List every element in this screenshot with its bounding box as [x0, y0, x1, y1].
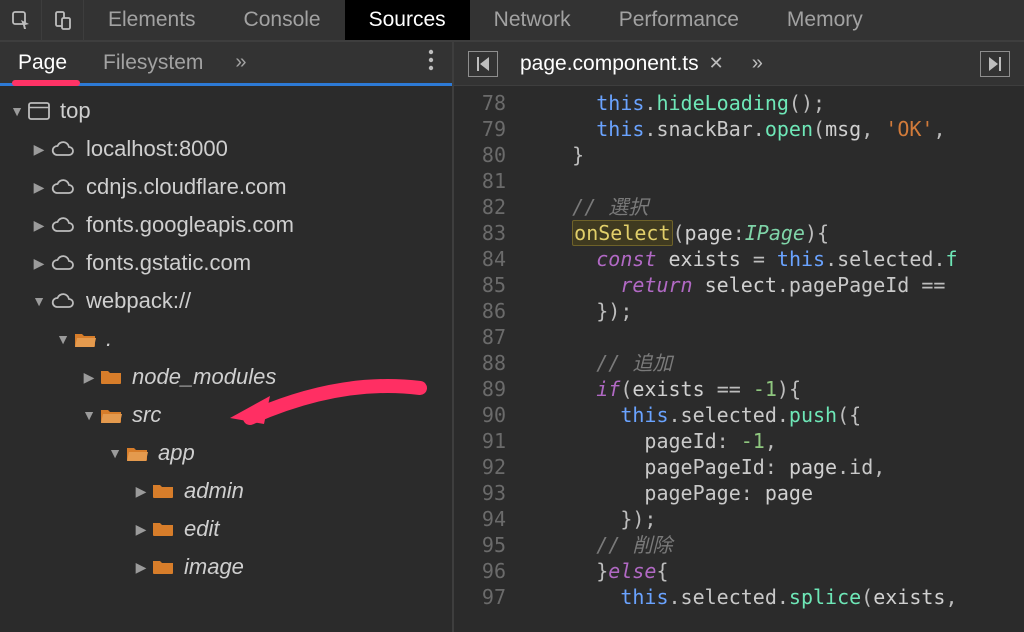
tree-label: image	[184, 554, 244, 580]
tree-label: .	[106, 326, 112, 352]
devtools-main-tabs: Elements Console Sources Network Perform…	[0, 0, 1024, 42]
tree-label: fonts.googleapis.com	[86, 212, 294, 238]
tree-label: app	[158, 440, 195, 466]
sub-tab-overflow[interactable]: »	[221, 51, 260, 74]
file-tab-label: page.component.ts	[520, 52, 699, 76]
chevron-right-icon: ▶	[30, 217, 48, 234]
tab-memory[interactable]: Memory	[763, 0, 887, 40]
navigator-menu-icon[interactable]	[410, 49, 452, 77]
tree-label: admin	[184, 478, 244, 504]
close-icon[interactable]: ✕	[709, 53, 724, 74]
editor-tab-overflow[interactable]: »	[738, 52, 777, 75]
code-lines: this.hideLoading(); this.snackBar.open(m…	[516, 86, 1024, 632]
tree-node-folder[interactable]: ▶ admin	[0, 472, 452, 510]
tab-elements[interactable]: Elements	[84, 0, 220, 40]
tree-node-origin[interactable]: ▶ fonts.gstatic.com	[0, 244, 452, 282]
cloud-icon	[50, 254, 76, 272]
nav-next-icon[interactable]	[980, 51, 1010, 77]
folder-open-icon	[74, 330, 96, 348]
inspect-element-icon[interactable]	[0, 0, 42, 41]
chevron-down-icon: ▼	[54, 331, 72, 347]
tab-sources[interactable]: Sources	[345, 0, 470, 40]
tree-label: webpack://	[86, 288, 191, 314]
chevron-down-icon: ▼	[30, 293, 48, 309]
chevron-right-icon: ▶	[80, 369, 98, 386]
chevron-right-icon: ▶	[30, 179, 48, 196]
sub-tab-filesystem[interactable]: Filesystem	[85, 42, 221, 83]
folder-icon	[152, 521, 174, 537]
tab-network[interactable]: Network	[470, 0, 595, 40]
line-number-gutter: 7879808182838485868788899091929394959697	[454, 86, 516, 632]
tree-node-webpack[interactable]: ▼ webpack://	[0, 282, 452, 320]
tree-node-origin[interactable]: ▶ fonts.googleapis.com	[0, 206, 452, 244]
tree-node-folder[interactable]: ▶ image	[0, 548, 452, 586]
folder-icon	[152, 483, 174, 499]
device-toggle-icon[interactable]	[42, 0, 84, 41]
chevron-right-icon: ▶	[132, 521, 150, 538]
chevron-right-icon: ▶	[30, 255, 48, 272]
tree-node-folder[interactable]: ▼ app	[0, 434, 452, 472]
tree-label: top	[60, 98, 91, 124]
folder-open-icon	[126, 444, 148, 462]
editor-panel: page.component.ts ✕ » 787980818283848586…	[454, 42, 1024, 632]
cloud-icon	[50, 140, 76, 158]
chevron-right-icon: ▶	[132, 559, 150, 576]
tree-label: node_modules	[132, 364, 276, 390]
tree-label: cdnjs.cloudflare.com	[86, 174, 287, 200]
navigator-panel: Page Filesystem » ▼ top ▶ localhost:8000	[0, 42, 454, 632]
chevron-down-icon: ▼	[106, 445, 124, 461]
tree-label: localhost:8000	[86, 136, 228, 162]
folder-open-icon	[100, 406, 122, 424]
chevron-right-icon: ▶	[30, 141, 48, 158]
tree-node-folder[interactable]: ▶ edit	[0, 510, 452, 548]
chevron-right-icon: ▶	[132, 483, 150, 500]
chevron-down-icon: ▼	[80, 407, 98, 423]
tree-node-folder[interactable]: ▶ node_modules	[0, 358, 452, 396]
chevron-down-icon: ▼	[8, 103, 26, 119]
code-editor[interactable]: 7879808182838485868788899091929394959697…	[454, 86, 1024, 632]
window-icon	[28, 102, 50, 120]
tree-label: src	[132, 402, 161, 428]
cloud-icon	[50, 178, 76, 196]
tree-label: edit	[184, 516, 219, 542]
nav-prev-icon[interactable]	[468, 51, 498, 77]
tree-node-origin[interactable]: ▶ cdnjs.cloudflare.com	[0, 168, 452, 206]
editor-tab-bar: page.component.ts ✕ »	[454, 42, 1024, 86]
tree-node-top[interactable]: ▼ top	[0, 92, 452, 130]
cloud-icon	[50, 216, 76, 234]
cloud-icon	[50, 292, 76, 310]
folder-icon	[100, 369, 122, 385]
folder-icon	[152, 559, 174, 575]
tab-performance[interactable]: Performance	[595, 0, 763, 40]
tree-node-folder[interactable]: ▼ .	[0, 320, 452, 358]
editor-file-tab[interactable]: page.component.ts ✕	[506, 42, 738, 85]
source-tree: ▼ top ▶ localhost:8000 ▶ cdnjs.cloudflar…	[0, 86, 452, 632]
tree-node-origin[interactable]: ▶ localhost:8000	[0, 130, 452, 168]
navigator-sub-tabs: Page Filesystem »	[0, 42, 452, 86]
tree-node-folder[interactable]: ▼ src	[0, 396, 452, 434]
tree-label: fonts.gstatic.com	[86, 250, 251, 276]
sub-tab-page[interactable]: Page	[0, 42, 85, 83]
tab-console[interactable]: Console	[220, 0, 345, 40]
